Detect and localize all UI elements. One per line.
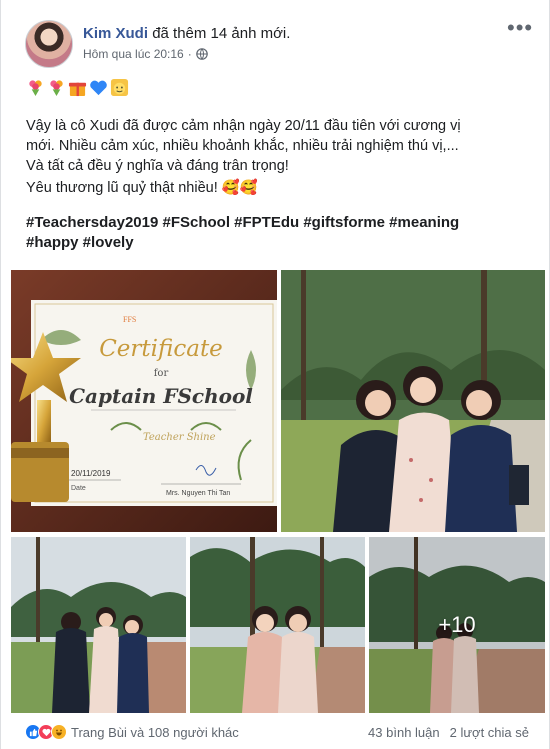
post-action: đã thêm 14 ảnh mới.: [152, 25, 291, 42]
meta-separator: ·: [187, 47, 192, 61]
post-paragraph: Vậy là cô Xudi đã được cảm nhận ngày 20/…: [26, 116, 525, 198]
photo-two-girls-path[interactable]: [11, 537, 186, 713]
photo-group[interactable]: [281, 270, 545, 532]
hashtags: #Teachersday2019 #FSchool #FPTEdu #gifts…: [26, 213, 525, 253]
post-meta: Hôm qua lúc 20:16 ·: [83, 47, 208, 61]
hashtag-line[interactable]: #Teachersday2019 #FSchool #FPTEdu #gifts…: [26, 213, 525, 233]
group-image: [281, 270, 545, 532]
haha-icon: [51, 724, 67, 740]
post-header: Kim Xudi đã thêm 14 ảnh mới. Hôm qua lúc…: [25, 17, 532, 70]
photo-certificate[interactable]: FFS Certificate for Captain FSchool Teac…: [11, 270, 277, 532]
post-timestamp[interactable]: Hôm qua lúc 20:16: [83, 47, 184, 61]
post-line: mới. Nhiều cảm xúc, nhiều khoảnh khắc, n…: [26, 138, 459, 154]
bouquet-icon: [50, 80, 63, 97]
pines-image: [190, 537, 365, 713]
author-name[interactable]: Kim Xudi: [83, 25, 148, 42]
comments-count[interactable]: 43 bình luận: [368, 725, 440, 740]
path-image: [11, 537, 186, 713]
emoji-row: [26, 78, 525, 100]
cert-date-label: Date: [71, 485, 86, 492]
hashtag-line[interactable]: #happy #lovely: [26, 233, 525, 253]
cert-signer: Mrs. Nguyen Thi Tan: [166, 490, 230, 497]
cert-date: 20/11/2019: [71, 469, 111, 478]
photo-more[interactable]: +10: [369, 537, 545, 713]
reaction-icons[interactable]: Trang Bùi và 108 người khác: [25, 724, 239, 740]
more-options-icon[interactable]: •••: [507, 17, 532, 42]
post-card: Kim Xudi đã thêm 14 ảnh mới. Hôm qua lúc…: [0, 0, 550, 749]
cert-for: for: [154, 368, 169, 379]
cert-name: Captain FSchool: [69, 384, 253, 408]
post-line: Yêu thương lũ quỷ thật nhiều! 🥰🥰: [26, 180, 258, 196]
author-avatar[interactable]: [25, 20, 73, 68]
post-line: Và tất cả đều ý nghĩa và đáng trân trọng…: [26, 158, 289, 174]
bouquet-icon: [29, 80, 42, 97]
photo-two-girls-pines[interactable]: [190, 537, 365, 713]
post-title-line: Kim Xudi đã thêm 14 ảnh mới.: [83, 25, 290, 42]
blue-heart-icon: [90, 80, 107, 96]
globe-icon[interactable]: [195, 48, 208, 60]
reactors-text[interactable]: Trang Bùi và 108 người khác: [71, 725, 239, 740]
teacher-face-icon: [110, 78, 129, 97]
gift-icon: [68, 82, 87, 97]
more-photos-count[interactable]: +10: [369, 537, 545, 713]
cert-logo: FFS: [123, 315, 136, 324]
engagement-counts: 43 bình luận 2 lượt chia sẻ: [368, 725, 529, 740]
shares-count[interactable]: 2 lượt chia sẻ: [450, 725, 529, 740]
post-body: Vậy là cô Xudi đã được cảm nhận ngày 20/…: [26, 78, 525, 253]
cert-subtitle: Teacher Shine: [143, 432, 216, 443]
post-line: Vậy là cô Xudi đã được cảm nhận ngày 20/…: [26, 118, 461, 134]
certificate-image: FFS Certificate for Captain FSchool Teac…: [11, 270, 277, 532]
post-footer: Trang Bùi và 108 người khác 43 bình luận…: [25, 720, 529, 744]
cert-title: Certificate: [99, 336, 223, 362]
